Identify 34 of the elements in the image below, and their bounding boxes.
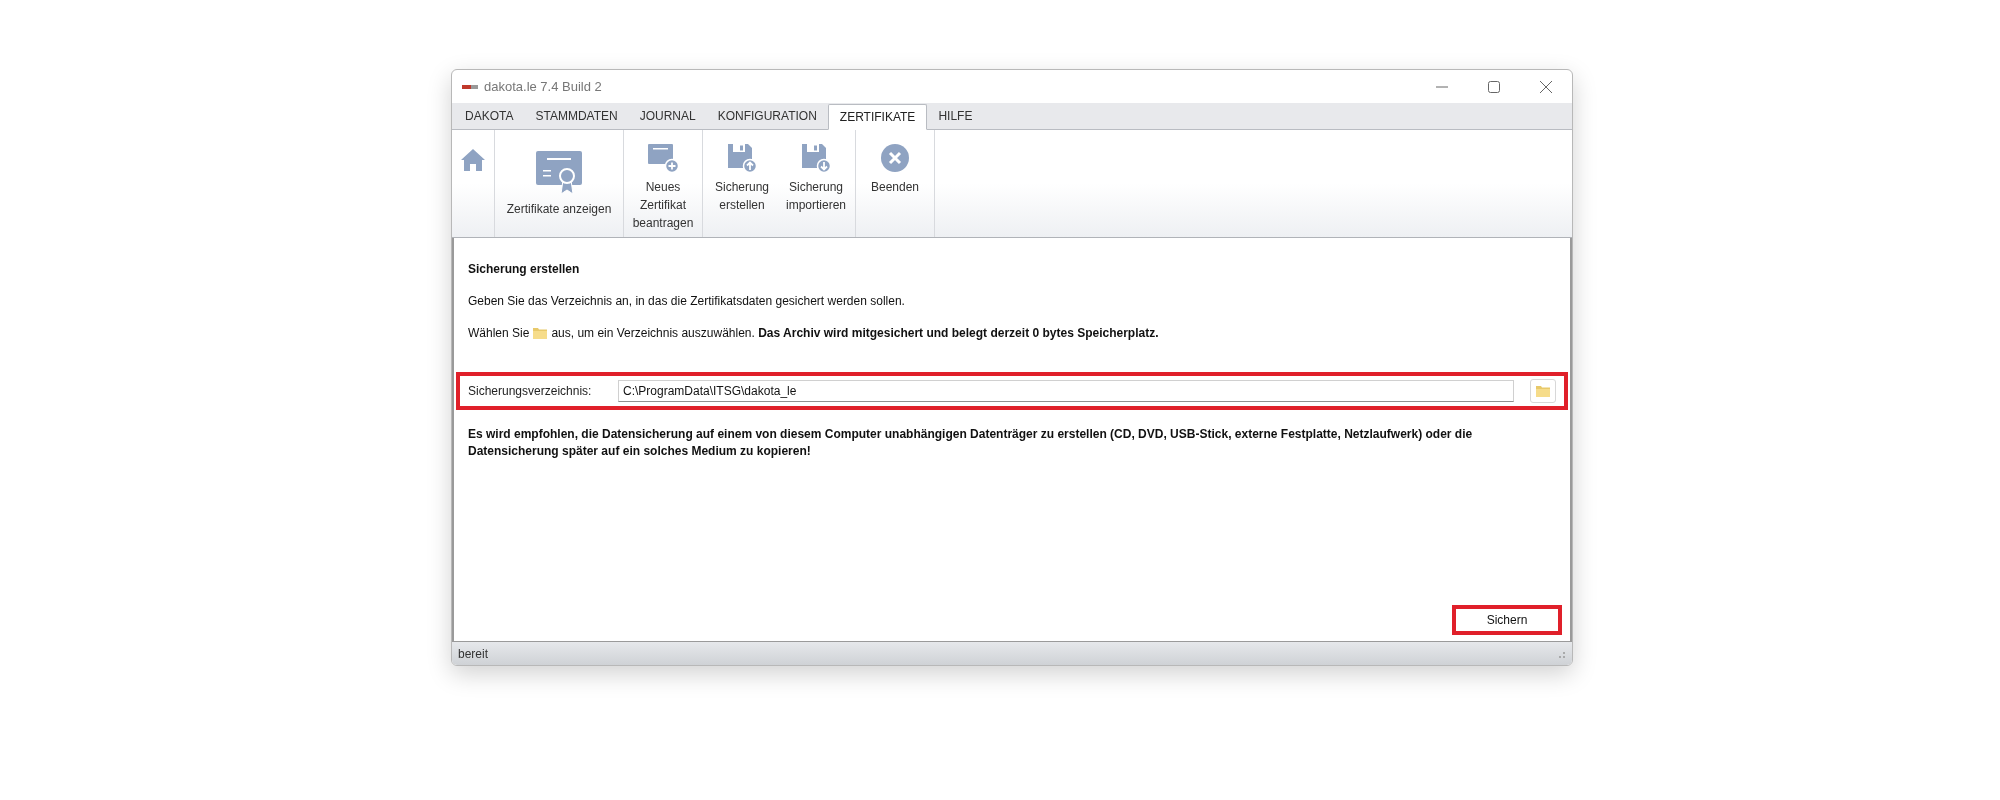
ribbon-button[interactable]: Beenden [858,130,932,237]
certificate-add-icon [647,143,679,173]
close-icon [1540,80,1552,93]
floppy-download-icon [801,143,831,173]
ribbon-button[interactable]: Sicherung importieren [779,130,853,237]
status-text: bereit [458,645,489,663]
directory-input-field[interactable]: C:\ProgramData\ITSG\dakota_le [618,380,1514,402]
ribbon-tab[interactable]: JOURNAL [628,103,707,129]
browse-button[interactable] [1530,379,1556,403]
section-heading: Sicherung erstellen [468,261,581,278]
ribbon-tab[interactable]: DAKOTA [454,103,525,129]
certificate-icon [535,150,583,196]
ribbon-button[interactable]: Neues Zertifikat beantragen [626,130,700,237]
window-title: dakota.le 7.4 Build 2 [484,77,602,96]
folder-icon [1536,385,1550,397]
intro-text: Geben Sie das Verzeichnis an, in das die Zertifikatsdaten gesichert werden sollen. [468,293,906,310]
ribbon-button[interactable]: Sicherung erstellen [705,130,779,237]
ribbon-tab[interactable]: STAMMDATEN [524,103,629,129]
hint-text: aus, um ein Verzeichnis auszuwählen. Das Archiv wird mitgesichert und belegt derzeit 0 bytes Speicherplatz. [551,325,1159,342]
field-label: Sicherungsverzeichnis: [468,383,593,400]
ribbon-button[interactable]: Zertifikate anzeigen [497,130,621,237]
hint-text: Wählen Sie [468,325,530,342]
maximize-icon [1488,80,1500,93]
folder-icon [533,327,548,339]
close-icon [880,143,910,173]
app-logo-icon [462,83,478,90]
floppy-upload-icon [727,143,757,173]
ribbon-tab[interactable]: ZERTIFIKATE [827,104,928,130]
warning-text: Es wird empfohlen, die Datensicherung auf einem von diesem Computer unabhängigen Datenträger zu erstellen (CD, DVD, USB-Stick, externe Festplatte, Netzlaufwerk) oder die Datensicherung später auf ein solches Medium zu kopieren! [467,426,1474,460]
minimize-icon [1436,85,1448,88]
home-icon [460,147,486,173]
save-button[interactable]: Sichern [1452,605,1562,635]
ribbon-tab[interactable]: KONFIGURATION [706,103,828,129]
ribbon-tab[interactable]: HILFE [927,103,984,129]
